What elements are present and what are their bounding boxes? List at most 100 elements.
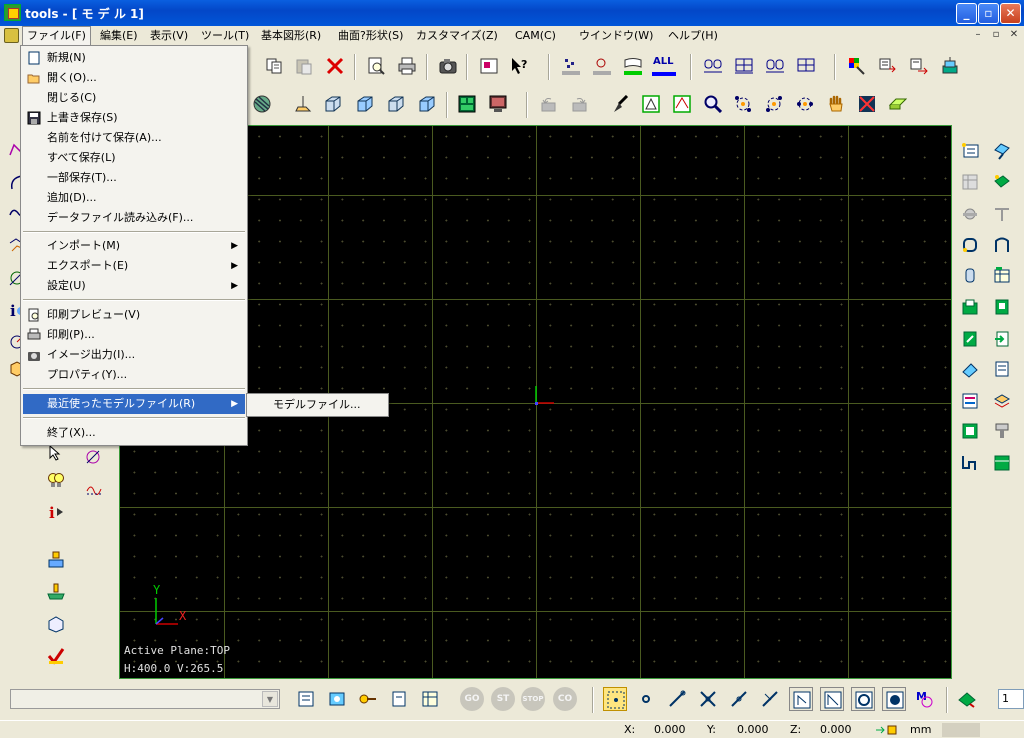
mdi-minimize-button[interactable]: – bbox=[970, 28, 986, 43]
stack-button[interactable] bbox=[938, 54, 962, 78]
view-single-button[interactable] bbox=[701, 54, 725, 78]
view-grid-button[interactable] bbox=[732, 54, 756, 78]
menu-settings[interactable]: 設定(U) ▶ bbox=[23, 276, 245, 296]
view-quad-button[interactable] bbox=[794, 54, 818, 78]
view-iso-4-button[interactable] bbox=[415, 92, 439, 116]
snap-end-button[interactable] bbox=[665, 687, 689, 711]
menu-export[interactable]: エクスポート(E) ▶ bbox=[23, 256, 245, 276]
pan-button[interactable] bbox=[731, 92, 755, 116]
screen-button[interactable] bbox=[486, 92, 510, 116]
properties-button[interactable] bbox=[477, 54, 501, 78]
undo-button[interactable] bbox=[537, 92, 561, 116]
cam-tool-1-button[interactable] bbox=[44, 548, 68, 572]
menu-surface-shapes[interactable]: 曲面?形状(S) bbox=[334, 27, 407, 45]
surface-tool-10-button[interactable] bbox=[990, 263, 1014, 287]
copy-button[interactable] bbox=[262, 54, 286, 78]
menu-close[interactable]: 閉じる(C) bbox=[23, 88, 245, 108]
chevron-down-icon[interactable]: ▼ bbox=[262, 691, 278, 707]
app-icon[interactable] bbox=[4, 4, 21, 21]
display-all-button[interactable]: ALL bbox=[650, 54, 680, 78]
menu-open[interactable]: 開く(O)... bbox=[23, 68, 245, 88]
menu-properties[interactable]: プロパティ(Y)... bbox=[23, 365, 245, 385]
mdi-close-button[interactable]: ✕ bbox=[1006, 28, 1022, 43]
surface-tool-3-button[interactable] bbox=[958, 170, 982, 194]
recent-model-file-item[interactable]: モデルファイル... bbox=[249, 395, 386, 415]
menu-load-data-file[interactable]: データファイル読み込み(F)... bbox=[23, 208, 245, 228]
continue-button[interactable]: CO bbox=[553, 687, 577, 711]
view-plane-button[interactable] bbox=[291, 92, 315, 116]
surface-tool-17-button[interactable] bbox=[958, 389, 982, 413]
layer-move-button[interactable] bbox=[907, 54, 931, 78]
view-double-button[interactable] bbox=[763, 54, 787, 78]
surface-tool-16-button[interactable] bbox=[990, 357, 1014, 381]
surface-tool-19-button[interactable] bbox=[958, 419, 982, 443]
delete-button[interactable] bbox=[323, 54, 347, 78]
section-view-button[interactable] bbox=[886, 92, 910, 116]
mdi-restore-button[interactable]: ▫ bbox=[988, 28, 1004, 43]
menu-cam[interactable]: CAM(C) bbox=[511, 27, 560, 45]
menu-recent-files[interactable]: 最近使ったモデルファイル(R) ▶ bbox=[23, 394, 245, 414]
surface-tool-1-button[interactable] bbox=[958, 139, 982, 163]
surface-tool-5-button[interactable] bbox=[958, 202, 982, 226]
render-button[interactable] bbox=[250, 92, 274, 116]
cam-doc-button[interactable] bbox=[387, 687, 411, 711]
menu-partial-save[interactable]: 一部保存(T)... bbox=[23, 168, 245, 188]
surface-tool-8-button[interactable] bbox=[990, 233, 1014, 257]
menu-help[interactable]: ヘルプ(H) bbox=[664, 27, 722, 45]
layout-button[interactable] bbox=[455, 92, 479, 116]
snap-mid-button[interactable] bbox=[727, 687, 751, 711]
surface-tool-22-button[interactable] bbox=[990, 451, 1014, 475]
color-palette-button[interactable] bbox=[845, 54, 869, 78]
menu-save[interactable]: 上書き保存(S) bbox=[23, 108, 245, 128]
layer-button[interactable] bbox=[876, 54, 900, 78]
curvature-button[interactable] bbox=[82, 478, 106, 502]
cam-table-button[interactable] bbox=[418, 687, 442, 711]
lightbulb-tool-button[interactable] bbox=[44, 468, 68, 492]
menu-basic-shapes[interactable]: 基本図形(R) bbox=[257, 27, 325, 45]
snap-center-button[interactable] bbox=[851, 687, 875, 711]
surface-tool-7-button[interactable] bbox=[958, 233, 982, 257]
clear-display-button[interactable] bbox=[608, 92, 632, 116]
cam-tool-2-button[interactable] bbox=[44, 580, 68, 604]
menu-new[interactable]: 新規(N) bbox=[23, 48, 245, 68]
snap-mode-button[interactable]: M bbox=[912, 687, 936, 711]
cam-image-button[interactable] bbox=[325, 687, 349, 711]
surface-tool-4-button[interactable] bbox=[990, 170, 1014, 194]
display-curves-button[interactable] bbox=[590, 54, 614, 78]
surface-tool-12-button[interactable] bbox=[990, 295, 1014, 319]
cam-verify-button[interactable] bbox=[44, 644, 68, 668]
layer-combo[interactable]: ▼ bbox=[10, 689, 280, 709]
redo-button[interactable] bbox=[568, 92, 592, 116]
menu-append[interactable]: 追加(D)... bbox=[23, 188, 245, 208]
surface-tool-20-button[interactable] bbox=[990, 419, 1014, 443]
menu-save-as[interactable]: 名前を付けて保存(A)... bbox=[23, 128, 245, 148]
context-help-button[interactable]: ? bbox=[507, 54, 531, 78]
hand-pan-button[interactable] bbox=[824, 92, 848, 116]
snap-relative-button[interactable] bbox=[820, 687, 844, 711]
menu-image-output[interactable]: イメージ出力(I)... bbox=[23, 345, 245, 365]
menu-edit[interactable]: 編集(E) bbox=[96, 27, 142, 45]
snap-nearest-button[interactable] bbox=[789, 687, 813, 711]
document-icon[interactable] bbox=[4, 28, 19, 43]
cam-list-button[interactable] bbox=[294, 687, 318, 711]
menu-print[interactable]: 印刷(P)... bbox=[23, 325, 245, 345]
menu-window[interactable]: ウインドウ(W) bbox=[575, 27, 657, 45]
menu-import[interactable]: インポート(M) ▶ bbox=[23, 236, 245, 256]
menu-customize[interactable]: カスタマイズ(Z) bbox=[412, 27, 502, 45]
menu-exit[interactable]: 終了(X)... bbox=[23, 423, 245, 443]
menu-print-preview[interactable]: 印刷プレビュー(V) bbox=[23, 305, 245, 325]
go-button[interactable]: GO bbox=[460, 687, 484, 711]
surface-tool-21-button[interactable] bbox=[958, 451, 982, 475]
curve-analysis-button[interactable] bbox=[82, 446, 106, 470]
surface-tool-18-button[interactable] bbox=[990, 389, 1014, 413]
menu-tools[interactable]: ツール(T) bbox=[197, 27, 253, 45]
view-iso-2-button[interactable] bbox=[353, 92, 377, 116]
plane-tool-button[interactable] bbox=[955, 687, 979, 711]
zoom-window-button[interactable] bbox=[639, 92, 663, 116]
stop-button[interactable]: STOP bbox=[521, 687, 545, 711]
snap-perp-button[interactable] bbox=[758, 687, 782, 711]
zoom-fit-button[interactable] bbox=[670, 92, 694, 116]
zoom-button[interactable] bbox=[701, 92, 725, 116]
minimize-button[interactable]: _ bbox=[956, 3, 977, 24]
menu-save-all[interactable]: すべて保存(L) bbox=[23, 148, 245, 168]
